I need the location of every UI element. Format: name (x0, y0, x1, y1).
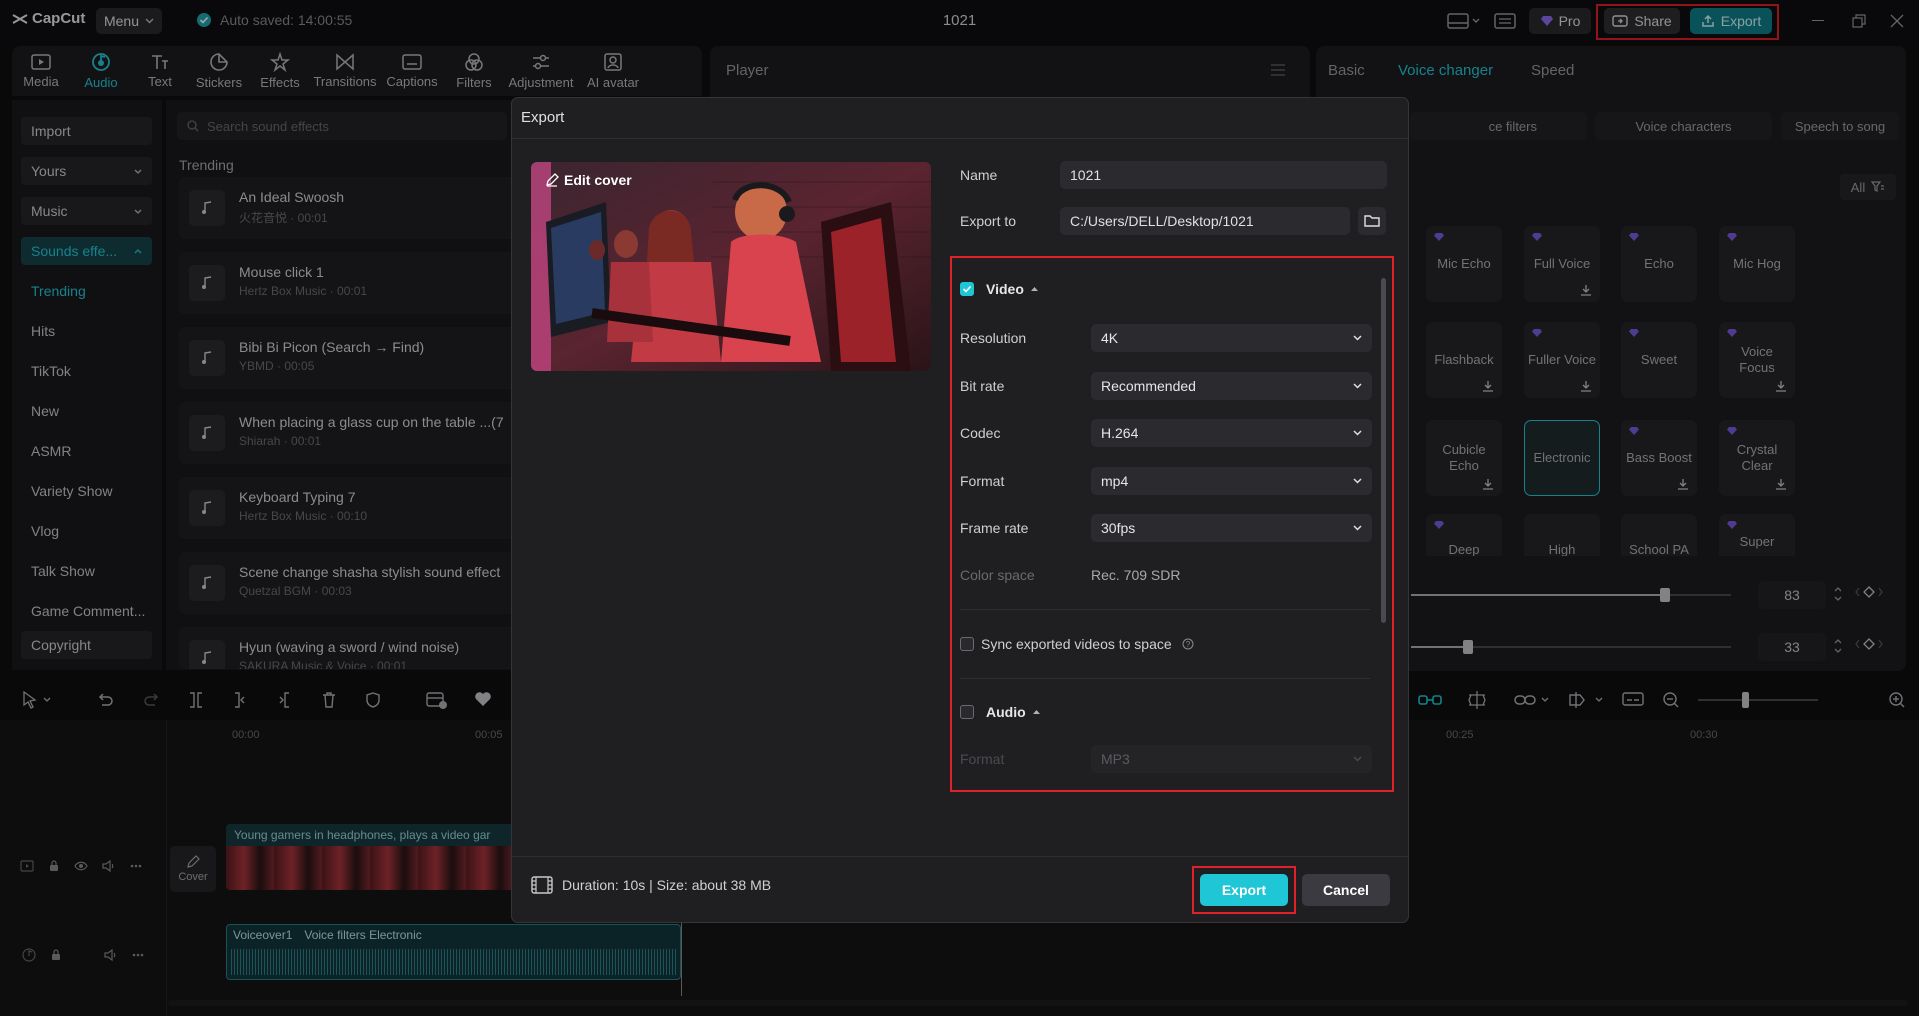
browse-folder-button[interactable] (1358, 207, 1386, 235)
framerate-value: 30fps (1101, 520, 1136, 536)
audio-format-label: Format (960, 751, 1005, 767)
audio-format-select: MP3 (1091, 745, 1372, 773)
codec-value: H.264 (1101, 425, 1139, 441)
edit-cover-label: Edit cover (564, 172, 632, 188)
dialog-header-divider (512, 138, 1408, 139)
colorspace-value: Rec. 709 SDR (1091, 567, 1181, 583)
caret-up-icon (1030, 287, 1038, 291)
export-to-label: Export to (960, 213, 1017, 229)
resolution-label: Resolution (960, 330, 1027, 346)
cancel-button[interactable]: Cancel (1302, 874, 1390, 906)
codec-label: Codec (960, 425, 1001, 441)
chevron-down-icon (1353, 756, 1362, 762)
video-section-label: Video (986, 281, 1024, 297)
sync-space-label: Sync exported videos to space (981, 636, 1172, 652)
audio-section-label: Audio (986, 704, 1026, 720)
export-button[interactable]: Export (1200, 874, 1288, 906)
bitrate-select[interactable]: Recommended (1091, 372, 1372, 400)
cover-image (531, 162, 931, 371)
video-section-header[interactable]: Video (986, 281, 1039, 297)
video-checkbox[interactable] (960, 282, 974, 296)
colorspace-label: Color space (960, 567, 1035, 583)
resolution-select[interactable]: 4K (1091, 324, 1372, 352)
section-divider (960, 609, 1370, 610)
export-path-input[interactable]: C:/Users/DELL/Desktop/1021 (1060, 207, 1350, 235)
audio-checkbox[interactable] (960, 705, 974, 719)
chevron-down-icon (1353, 430, 1362, 436)
resolution-value: 4K (1101, 330, 1119, 346)
sync-space-checkbox[interactable] (960, 637, 974, 651)
section-divider (960, 678, 1370, 679)
help-icon[interactable]: ? (1182, 638, 1194, 650)
export-dialog: Export Edit cover Name 1021 Export to C:… (511, 97, 1409, 923)
name-label: Name (960, 167, 998, 183)
audio-format-value: MP3 (1101, 751, 1130, 767)
framerate-select[interactable]: 30fps (1091, 514, 1372, 542)
format-select[interactable]: mp4 (1091, 467, 1372, 495)
dialog-footer-divider (512, 856, 1408, 857)
edit-cover-button[interactable]: Edit cover (545, 172, 632, 188)
name-value: 1021 (1070, 167, 1102, 183)
audio-section-header[interactable]: Audio (986, 704, 1041, 720)
folder-icon (1364, 215, 1380, 227)
caret-up-icon (1032, 710, 1040, 714)
export-button-label: Export (1221, 882, 1267, 898)
cover-thumbnail[interactable]: Edit cover (531, 162, 931, 371)
framerate-label: Frame rate (960, 520, 1029, 536)
format-label: Format (960, 473, 1005, 489)
svg-text:?: ? (1185, 640, 1190, 649)
film-icon (531, 876, 553, 894)
dialog-title: Export (521, 109, 565, 126)
checkmark-icon (962, 285, 972, 293)
chevron-down-icon (1353, 383, 1362, 389)
chevron-down-icon (1353, 478, 1362, 484)
export-summary-text: Duration: 10s | Size: about 38 MB (562, 877, 772, 893)
chevron-down-icon (1353, 525, 1362, 531)
settings-scrollbar[interactable] (1381, 278, 1386, 623)
format-value: mp4 (1101, 473, 1129, 489)
bitrate-label: Bit rate (960, 378, 1005, 394)
export-path-value: C:/Users/DELL/Desktop/1021 (1070, 213, 1254, 229)
bitrate-value: Recommended (1101, 378, 1196, 394)
chevron-down-icon (1353, 335, 1362, 341)
cancel-button-label: Cancel (1323, 882, 1369, 898)
export-summary: Duration: 10s | Size: about 38 MB (531, 876, 771, 894)
sync-space-row: Sync exported videos to space ? (981, 636, 1194, 652)
name-input[interactable]: 1021 (1060, 161, 1387, 189)
edit-icon (546, 173, 559, 187)
codec-select[interactable]: H.264 (1091, 419, 1372, 447)
